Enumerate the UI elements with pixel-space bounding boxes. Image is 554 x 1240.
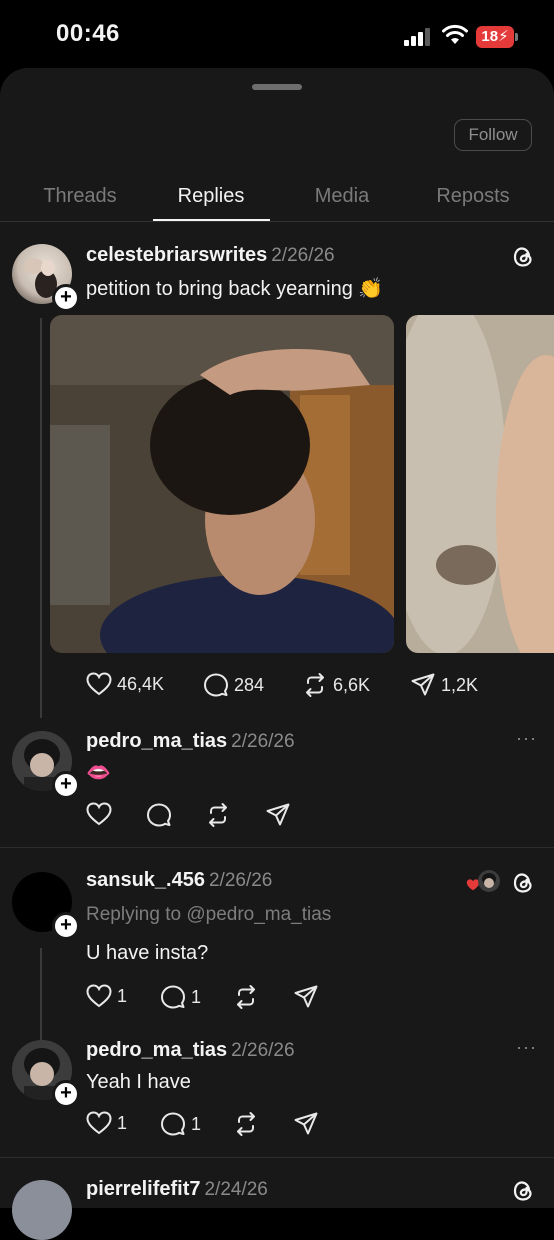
like-button[interactable]: 1: [86, 984, 127, 1008]
like-button[interactable]: 46,4K: [86, 672, 164, 696]
post-text: 👄: [86, 762, 111, 784]
battery-indicator: 18⚡︎: [476, 26, 518, 48]
post-username: sansuk_.456 2/26/26: [86, 869, 273, 891]
wifi-icon: [442, 24, 468, 44]
follow-button[interactable]: Follow: [454, 119, 532, 151]
threads-logo-icon[interactable]: [510, 870, 536, 896]
status-time: 00:46: [56, 20, 120, 47]
status-bar: 00:46 18⚡︎: [0, 0, 554, 70]
post-date: 2/26/26: [208, 870, 273, 891]
heart-icon: [86, 672, 112, 696]
post-actions: [86, 802, 306, 830]
post-image-1[interactable]: [50, 315, 394, 653]
tab-media[interactable]: Media: [277, 185, 407, 208]
post-actions: 46,4K 284 6,6K 1,2K: [86, 672, 506, 700]
more-icon[interactable]: ···: [516, 1037, 537, 1058]
repost-icon: [237, 1112, 255, 1136]
threads-logo-icon[interactable]: [510, 1178, 536, 1204]
post-date: 2/24/26: [204, 1179, 268, 1200]
thread-line: [40, 318, 42, 718]
replying-to-label[interactable]: Replying to @pedro_ma_tias: [86, 904, 331, 926]
comment-icon: [147, 803, 171, 827]
like-button[interactable]: 1: [86, 1111, 127, 1135]
repost-button[interactable]: [233, 1111, 259, 1137]
share-button[interactable]: [265, 802, 291, 828]
tab-replies[interactable]: Replies: [146, 185, 276, 208]
sheet-grabber[interactable]: [252, 84, 302, 90]
follow-plus-icon[interactable]: +: [52, 771, 80, 799]
share-button[interactable]: [293, 984, 319, 1010]
liked-by-author-badge: [466, 870, 500, 894]
post-username: pedro_ma_tias 2/26/26: [86, 730, 295, 752]
active-tab-indicator: [153, 219, 270, 221]
reply-button[interactable]: 1: [160, 984, 201, 1010]
repost-button[interactable]: [233, 984, 259, 1010]
reply-button[interactable]: 284: [203, 672, 264, 698]
heart-icon: [86, 802, 112, 826]
post-date: 2/26/26: [271, 245, 335, 266]
repost-button[interactable]: [205, 802, 231, 828]
post-date: 2/26/26: [231, 731, 295, 752]
avatar[interactable]: [12, 1180, 72, 1240]
post-image-2[interactable]: [406, 315, 554, 653]
share-icon: [266, 803, 290, 826]
post-text: petition to bring back yearning 👏: [86, 278, 384, 300]
follow-plus-icon[interactable]: +: [52, 1080, 80, 1108]
follow-plus-icon[interactable]: +: [52, 284, 80, 312]
post-text: U have insta?: [86, 942, 209, 964]
threads-logo-icon[interactable]: [510, 244, 536, 270]
post-username: celestebriarswrites 2/26/26: [86, 244, 335, 266]
post-actions: 1 1: [86, 984, 326, 1012]
divider: [0, 1157, 554, 1158]
repost-icon: [306, 673, 324, 697]
share-icon: [294, 1112, 318, 1135]
post-text: Yeah I have: [86, 1071, 191, 1093]
follow-plus-icon[interactable]: +: [52, 912, 80, 940]
heart-icon: [86, 984, 112, 1008]
post-actions: 1 1: [86, 1111, 326, 1139]
post-username: pedro_ma_tias 2/26/26: [86, 1039, 295, 1061]
cellular-signal-icon: [404, 28, 430, 46]
post-username: pierrelifefit7 2/24/26: [86, 1178, 268, 1200]
share-button[interactable]: 1,2K: [410, 672, 478, 698]
tab-threads[interactable]: Threads: [15, 185, 145, 208]
like-button[interactable]: [86, 802, 112, 826]
repost-button[interactable]: 6,6K: [302, 672, 370, 698]
comment-icon: [161, 985, 185, 1009]
reply-button[interactable]: [146, 802, 172, 828]
repost-icon: [237, 985, 255, 1009]
author-mini-avatar: [478, 870, 500, 892]
profile-sheet: Follow Threads Replies Media Reposts + c…: [0, 68, 554, 1240]
share-icon: [294, 985, 318, 1008]
divider: [0, 847, 554, 848]
comment-icon: [161, 1112, 185, 1136]
reply-button[interactable]: 1: [160, 1111, 201, 1137]
post-date: 2/26/26: [231, 1040, 295, 1061]
tab-reposts[interactable]: Reposts: [408, 185, 538, 208]
comment-icon: [204, 673, 228, 697]
more-icon[interactable]: ···: [516, 728, 537, 749]
share-button[interactable]: [293, 1111, 319, 1137]
heart-icon: [86, 1111, 112, 1135]
share-icon: [411, 673, 435, 696]
profile-tabs: Threads Replies Media Reposts: [0, 173, 554, 222]
repost-icon: [209, 803, 227, 827]
